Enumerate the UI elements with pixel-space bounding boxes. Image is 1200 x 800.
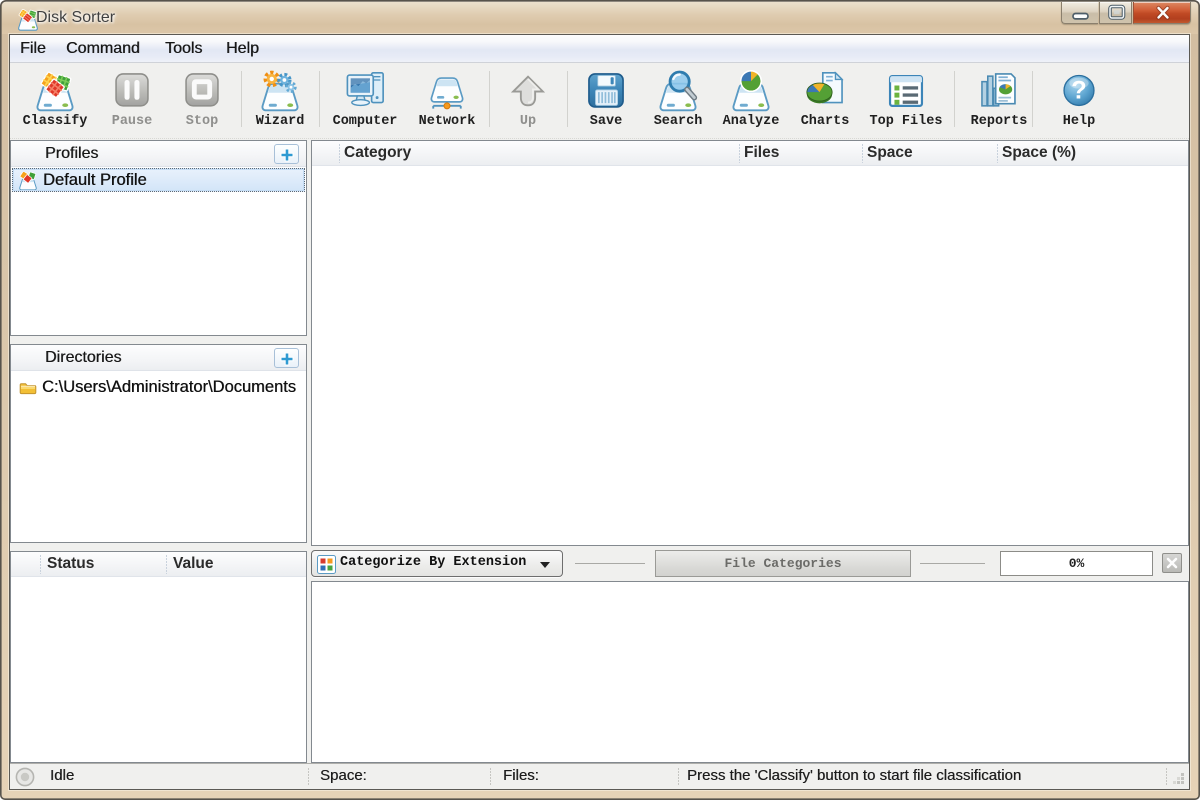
statusbar-state: Idle [50, 767, 74, 784]
add-directory-button[interactable] [274, 348, 299, 368]
category-column-header[interactable]: Category [344, 144, 411, 162]
content: Profiles [10, 139, 1189, 763]
classify-button[interactable]: Classify [14, 67, 96, 135]
svg-text:?: ? [1071, 77, 1086, 105]
directories-panel: Directories C:\Users\Administrator\Docum… [10, 344, 307, 543]
divider-line [920, 563, 985, 564]
profiles-title: Profiles [45, 145, 98, 163]
folder-icon [19, 379, 37, 397]
help-button[interactable]: ? Help [1041, 67, 1117, 135]
save-button[interactable]: Save [570, 67, 642, 135]
statusbar-files-label: Files: [503, 767, 539, 784]
app-window: Disk Sorter File Command Tools He [0, 0, 1200, 800]
network-icon [425, 69, 469, 113]
profile-item-label: Default Profile [43, 171, 147, 190]
reports-button[interactable]: Reports [961, 67, 1037, 135]
menu-file[interactable]: File [18, 35, 48, 62]
profiles-panel: Profiles [10, 140, 307, 336]
status-table-header: Status Value [11, 552, 306, 577]
plus-icon [279, 351, 295, 366]
profiles-header: Profiles [11, 141, 306, 167]
categorize-mode-icon [317, 555, 336, 574]
top-files-button[interactable]: Top Files [864, 67, 948, 135]
charts-icon [803, 69, 847, 113]
directory-item-label: C:\Users\Administrator\Documents [42, 378, 296, 397]
categorize-mode-value: Categorize By Extension [340, 555, 526, 570]
menu-bar: File Command Tools Help [10, 35, 1189, 63]
computer-button[interactable]: Computer [323, 67, 407, 135]
window-title: Disk Sorter [36, 9, 115, 27]
reports-icon [977, 69, 1021, 113]
controls-bar: Categorize By Extension File Categories … [311, 547, 1189, 580]
directory-item[interactable]: C:\Users\Administrator\Documents [12, 376, 305, 400]
client-area: File Command Tools Help Classify [9, 34, 1190, 790]
toolbar: Classify Pause Stop [10, 63, 1189, 139]
menu-tools[interactable]: Tools [163, 35, 204, 62]
close-icon [1134, 2, 1192, 24]
status-column-header[interactable]: Status [47, 555, 94, 573]
category-table-header: Category Files Space Space (%) [312, 141, 1188, 166]
space-percent-column-header[interactable]: Space (%) [1002, 144, 1076, 162]
profile-icon [19, 172, 37, 190]
profile-item-default[interactable]: Default Profile [12, 168, 305, 192]
stop-icon [180, 69, 224, 113]
space-column-header[interactable]: Space [867, 144, 913, 162]
directories-title: Directories [45, 349, 121, 367]
top-files-icon [884, 69, 928, 113]
classify-icon [33, 69, 77, 113]
cancel-button[interactable] [1162, 553, 1182, 573]
help-icon: ? [1057, 69, 1101, 113]
minimize-icon [1062, 2, 1099, 24]
add-profile-button[interactable] [274, 144, 299, 164]
menu-command[interactable]: Command [64, 35, 142, 62]
menu-help[interactable]: Help [224, 35, 261, 62]
files-column-header[interactable]: Files [744, 144, 779, 162]
file-categories-button[interactable]: File Categories [655, 550, 911, 577]
computer-icon [343, 69, 387, 113]
dropdown-arrow-icon [540, 562, 550, 568]
divider-line [575, 563, 645, 564]
network-button[interactable]: Network [409, 67, 485, 135]
results-panel [311, 581, 1189, 763]
wizard-button[interactable]: Wizard [244, 67, 316, 135]
pause-button[interactable]: Pause [94, 67, 170, 135]
wizard-icon [258, 69, 302, 113]
up-icon [506, 69, 550, 113]
value-column-header[interactable]: Value [173, 555, 214, 573]
status-indicator-icon [15, 767, 35, 787]
status-bar: Idle Space: Files: Press the 'Classify' … [10, 763, 1189, 789]
statusbar-message: Press the 'Classify' button to start fil… [687, 767, 1021, 784]
status-panel: Status Value [10, 551, 307, 763]
title-bar[interactable]: Disk Sorter [2, 2, 1198, 34]
progress-indicator: 0% [1000, 551, 1153, 576]
resize-grip[interactable] [1170, 770, 1186, 786]
close-x-icon [1163, 554, 1181, 572]
stop-button[interactable]: Stop [164, 67, 240, 135]
directories-header: Directories [11, 345, 306, 371]
maximize-icon [1100, 2, 1133, 24]
maximize-button[interactable] [1099, 2, 1132, 24]
analyze-icon [729, 69, 773, 113]
analyze-button[interactable]: Analyze [713, 67, 789, 135]
search-button[interactable]: Search [640, 67, 716, 135]
charts-button[interactable]: Charts [787, 67, 863, 135]
close-button[interactable] [1133, 2, 1191, 24]
search-icon [656, 69, 700, 113]
minimize-button[interactable] [1061, 2, 1098, 24]
up-button[interactable]: Up [492, 67, 564, 135]
categorize-mode-select[interactable]: Categorize By Extension [311, 550, 563, 577]
category-table-panel: Category Files Space Space (%) [311, 140, 1189, 546]
pause-icon [110, 69, 154, 113]
plus-icon [279, 147, 295, 162]
save-icon [584, 69, 628, 113]
statusbar-space-label: Space: [320, 767, 367, 784]
